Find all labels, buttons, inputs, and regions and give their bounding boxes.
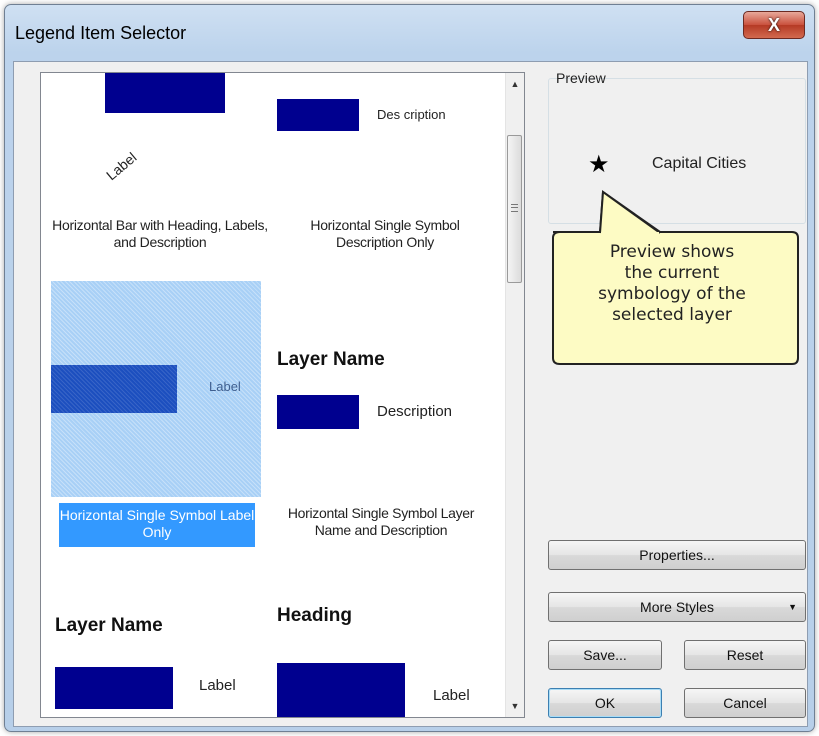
ok-button[interactable]: OK	[548, 688, 662, 718]
sample-label: Label	[433, 687, 470, 704]
sample-layer-name: Layer Name	[55, 615, 163, 636]
star-icon: ★	[588, 151, 610, 178]
dialog-body: Label Horizontal Bar with Heading, Label…	[13, 61, 808, 727]
callout-text: Preview shows the current symbology of t…	[552, 242, 792, 326]
sample-description: Description	[377, 403, 453, 420]
callout-line: the current	[624, 263, 720, 283]
callout-line: symbology of the	[598, 284, 746, 304]
properties-button[interactable]: Properties...	[548, 540, 806, 570]
symbol-patch	[277, 663, 405, 717]
vertical-scrollbar[interactable]: ▲ ▼	[505, 73, 524, 717]
more-styles-label: More Styles	[640, 599, 714, 615]
callout-line: Preview shows	[609, 242, 735, 262]
callout-line: selected layer	[612, 305, 732, 325]
preview-layer-label: Capital Cities	[652, 155, 747, 172]
legend-item-gallery[interactable]: Label Horizontal Bar with Heading, Label…	[40, 72, 525, 718]
save-button[interactable]: Save...	[548, 640, 662, 670]
cancel-button[interactable]: Cancel	[684, 688, 806, 718]
symbol-patch	[51, 365, 177, 413]
scrollbar-thumb[interactable]	[507, 135, 522, 283]
symbol-patch	[55, 667, 173, 709]
gallery-item-caption: Horizontal Single Symbol Label Only	[59, 503, 255, 547]
sample-label: Label	[209, 379, 241, 394]
sample-label: Label	[199, 677, 236, 694]
symbol-patch	[105, 73, 225, 113]
grip-icon	[511, 204, 518, 212]
symbol-patch	[277, 395, 359, 429]
sample-layer-name: Layer Name	[277, 349, 385, 370]
sample-description: Des cription	[377, 107, 446, 122]
scroll-up-icon[interactable]: ▲	[506, 75, 524, 93]
sample-label: Label	[103, 148, 140, 184]
preview-group	[548, 78, 806, 224]
scroll-down-icon[interactable]: ▼	[506, 697, 524, 715]
chevron-down-icon: ▼	[788, 602, 797, 612]
close-button[interactable]: X	[743, 11, 805, 39]
reset-button[interactable]: Reset	[684, 640, 806, 670]
gallery-content: Label Horizontal Bar with Heading, Label…	[41, 73, 507, 717]
gallery-item-caption: Horizontal Single Symbol Description Onl…	[310, 217, 460, 250]
gallery-item-caption: Horizontal Single Symbol Layer Name and …	[287, 505, 475, 538]
gallery-item-caption: Horizontal Bar with Heading, Labels, and…	[52, 217, 268, 250]
sample-heading: Heading	[277, 605, 352, 626]
more-styles-dropdown[interactable]: More Styles ▼	[548, 592, 806, 622]
symbol-patch	[277, 99, 359, 131]
title-bar[interactable]: Legend Item Selector X	[5, 5, 814, 61]
dialog-window: Legend Item Selector X Label Horizontal …	[4, 4, 815, 732]
window-title: Legend Item Selector	[15, 23, 187, 43]
preview-label: Preview	[556, 70, 606, 86]
